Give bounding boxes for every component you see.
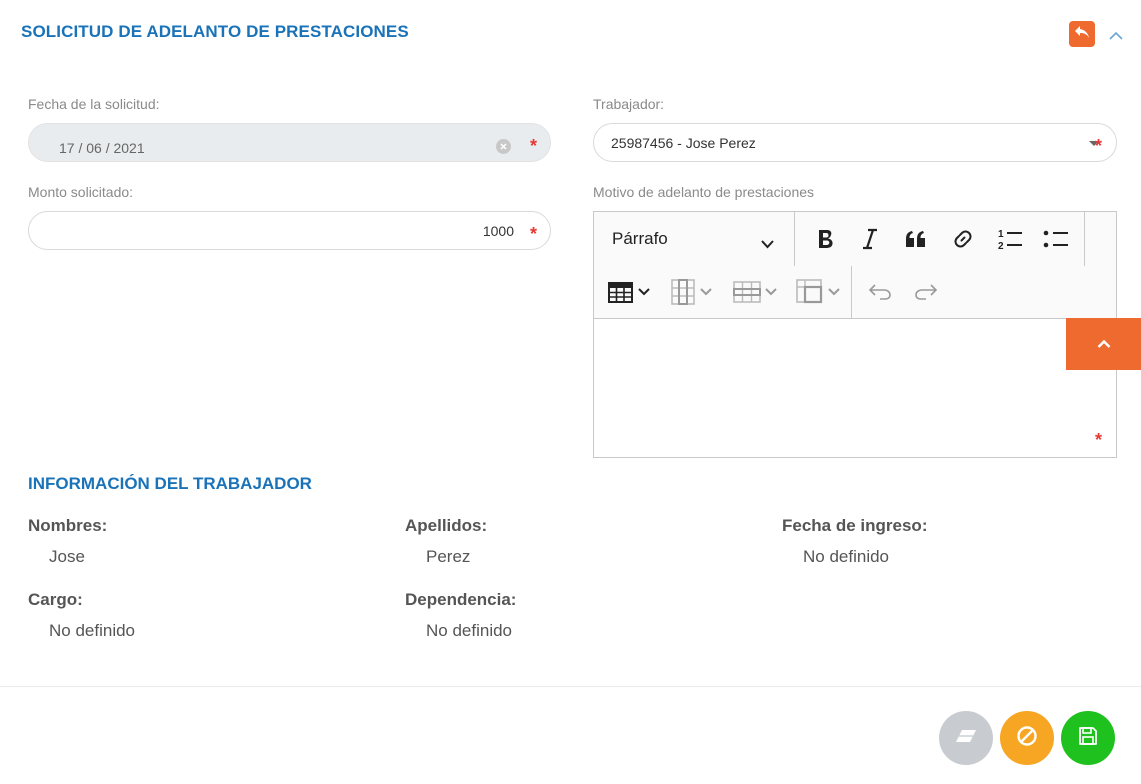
footer-divider [0, 686, 1141, 687]
trabajador-value: 25987456 - Jose Perez [611, 134, 756, 151]
chevron-down-icon [828, 288, 840, 296]
trabajador-label: Trabajador: [593, 96, 665, 112]
cancel-icon [1016, 725, 1038, 752]
save-icon [1078, 726, 1098, 751]
chevron-down-icon [638, 288, 650, 296]
clear-date-icon[interactable] [496, 139, 511, 154]
cancel-button[interactable] [1000, 711, 1054, 765]
link-button[interactable] [943, 220, 983, 258]
chevron-down-icon [761, 234, 774, 254]
chevron-down-icon [765, 288, 777, 296]
paragraph-style-select[interactable]: Párrafo [594, 212, 794, 266]
merge-cells-button[interactable] [792, 274, 844, 310]
dependencia-value: No definido [426, 621, 513, 640]
bulleted-list-button[interactable] [1036, 220, 1076, 258]
toolbar-separator [794, 212, 795, 266]
editor-toolbar: Párrafo 12 [594, 212, 1116, 319]
trabajador-select[interactable]: 25987456 - Jose Perez * [593, 123, 1117, 162]
required-mark: * [1095, 430, 1103, 450]
toolbar-separator [1084, 212, 1085, 266]
cargo-label: Cargo: [28, 590, 83, 609]
section-title: INFORMACIÓN DEL TRABAJADOR [28, 474, 312, 493]
numbered-list-button[interactable]: 12 [990, 220, 1030, 258]
nombres-value: Jose [49, 547, 85, 566]
cargo-value: No definido [49, 621, 136, 640]
eraser-icon [955, 729, 977, 748]
undo-icon [868, 284, 892, 300]
motivo-editor: Párrafo 12 * [593, 211, 1117, 458]
apellidos-label: Apellidos: [405, 516, 488, 535]
svg-text:1: 1 [998, 229, 1004, 240]
italic-button[interactable] [850, 220, 890, 258]
clear-button[interactable] [939, 711, 993, 765]
motivo-label: Motivo de adelanto de prestaciones [593, 184, 815, 200]
redo-icon [914, 284, 938, 300]
bulleted-list-icon [1043, 228, 1069, 250]
chevron-up-icon[interactable] [1107, 26, 1125, 44]
motivo-textarea[interactable] [594, 319, 1116, 457]
chevron-up-icon [1097, 335, 1111, 353]
apellidos-value: Perez [426, 547, 471, 566]
bold-icon [816, 228, 836, 250]
monto-input[interactable]: 1000 * [28, 211, 551, 250]
dependencia-label: Dependencia: [405, 590, 517, 609]
blockquote-icon [905, 230, 927, 248]
merge-cells-icon [796, 279, 824, 305]
blockquote-button[interactable] [896, 220, 936, 258]
fecha-label: Fecha de la solicitud: [28, 96, 160, 112]
save-button[interactable] [1061, 711, 1115, 765]
insert-table-icon [608, 281, 634, 303]
reply-icon [1074, 25, 1090, 44]
undo-button[interactable] [860, 274, 900, 310]
back-button[interactable] [1069, 21, 1095, 47]
table-column-icon [670, 279, 696, 305]
table-column-button[interactable] [666, 274, 716, 310]
nombres-label: Nombres: [28, 516, 108, 535]
numbered-list-icon: 12 [997, 227, 1023, 251]
bold-button[interactable] [806, 220, 846, 258]
required-mark: * [530, 136, 538, 156]
scroll-to-top-button[interactable] [1066, 318, 1141, 370]
fecha-ingreso-value: No definido [803, 547, 890, 566]
table-row-icon [733, 281, 761, 303]
fecha-field[interactable]: 17 / 06 / 2021 * [28, 123, 551, 162]
italic-icon [861, 228, 879, 250]
table-row-button[interactable] [728, 274, 782, 310]
required-mark: * [1095, 136, 1103, 156]
fecha-ingreso-label: Fecha de ingreso: [782, 516, 928, 535]
svg-text:2: 2 [998, 241, 1004, 251]
chevron-down-icon [700, 288, 712, 296]
fecha-value: 17 / 06 / 2021 [59, 140, 145, 156]
toolbar-separator [851, 266, 852, 319]
required-mark: * [530, 224, 538, 244]
redo-button[interactable] [906, 274, 946, 310]
paragraph-style-value: Párrafo [612, 229, 668, 248]
insert-table-button[interactable] [604, 274, 654, 310]
monto-value: 1000 [482, 222, 514, 239]
link-icon [952, 228, 974, 250]
monto-label: Monto solicitado: [28, 184, 134, 200]
page-title: SOLICITUD DE ADELANTO DE PRESTACIONES [21, 22, 409, 41]
